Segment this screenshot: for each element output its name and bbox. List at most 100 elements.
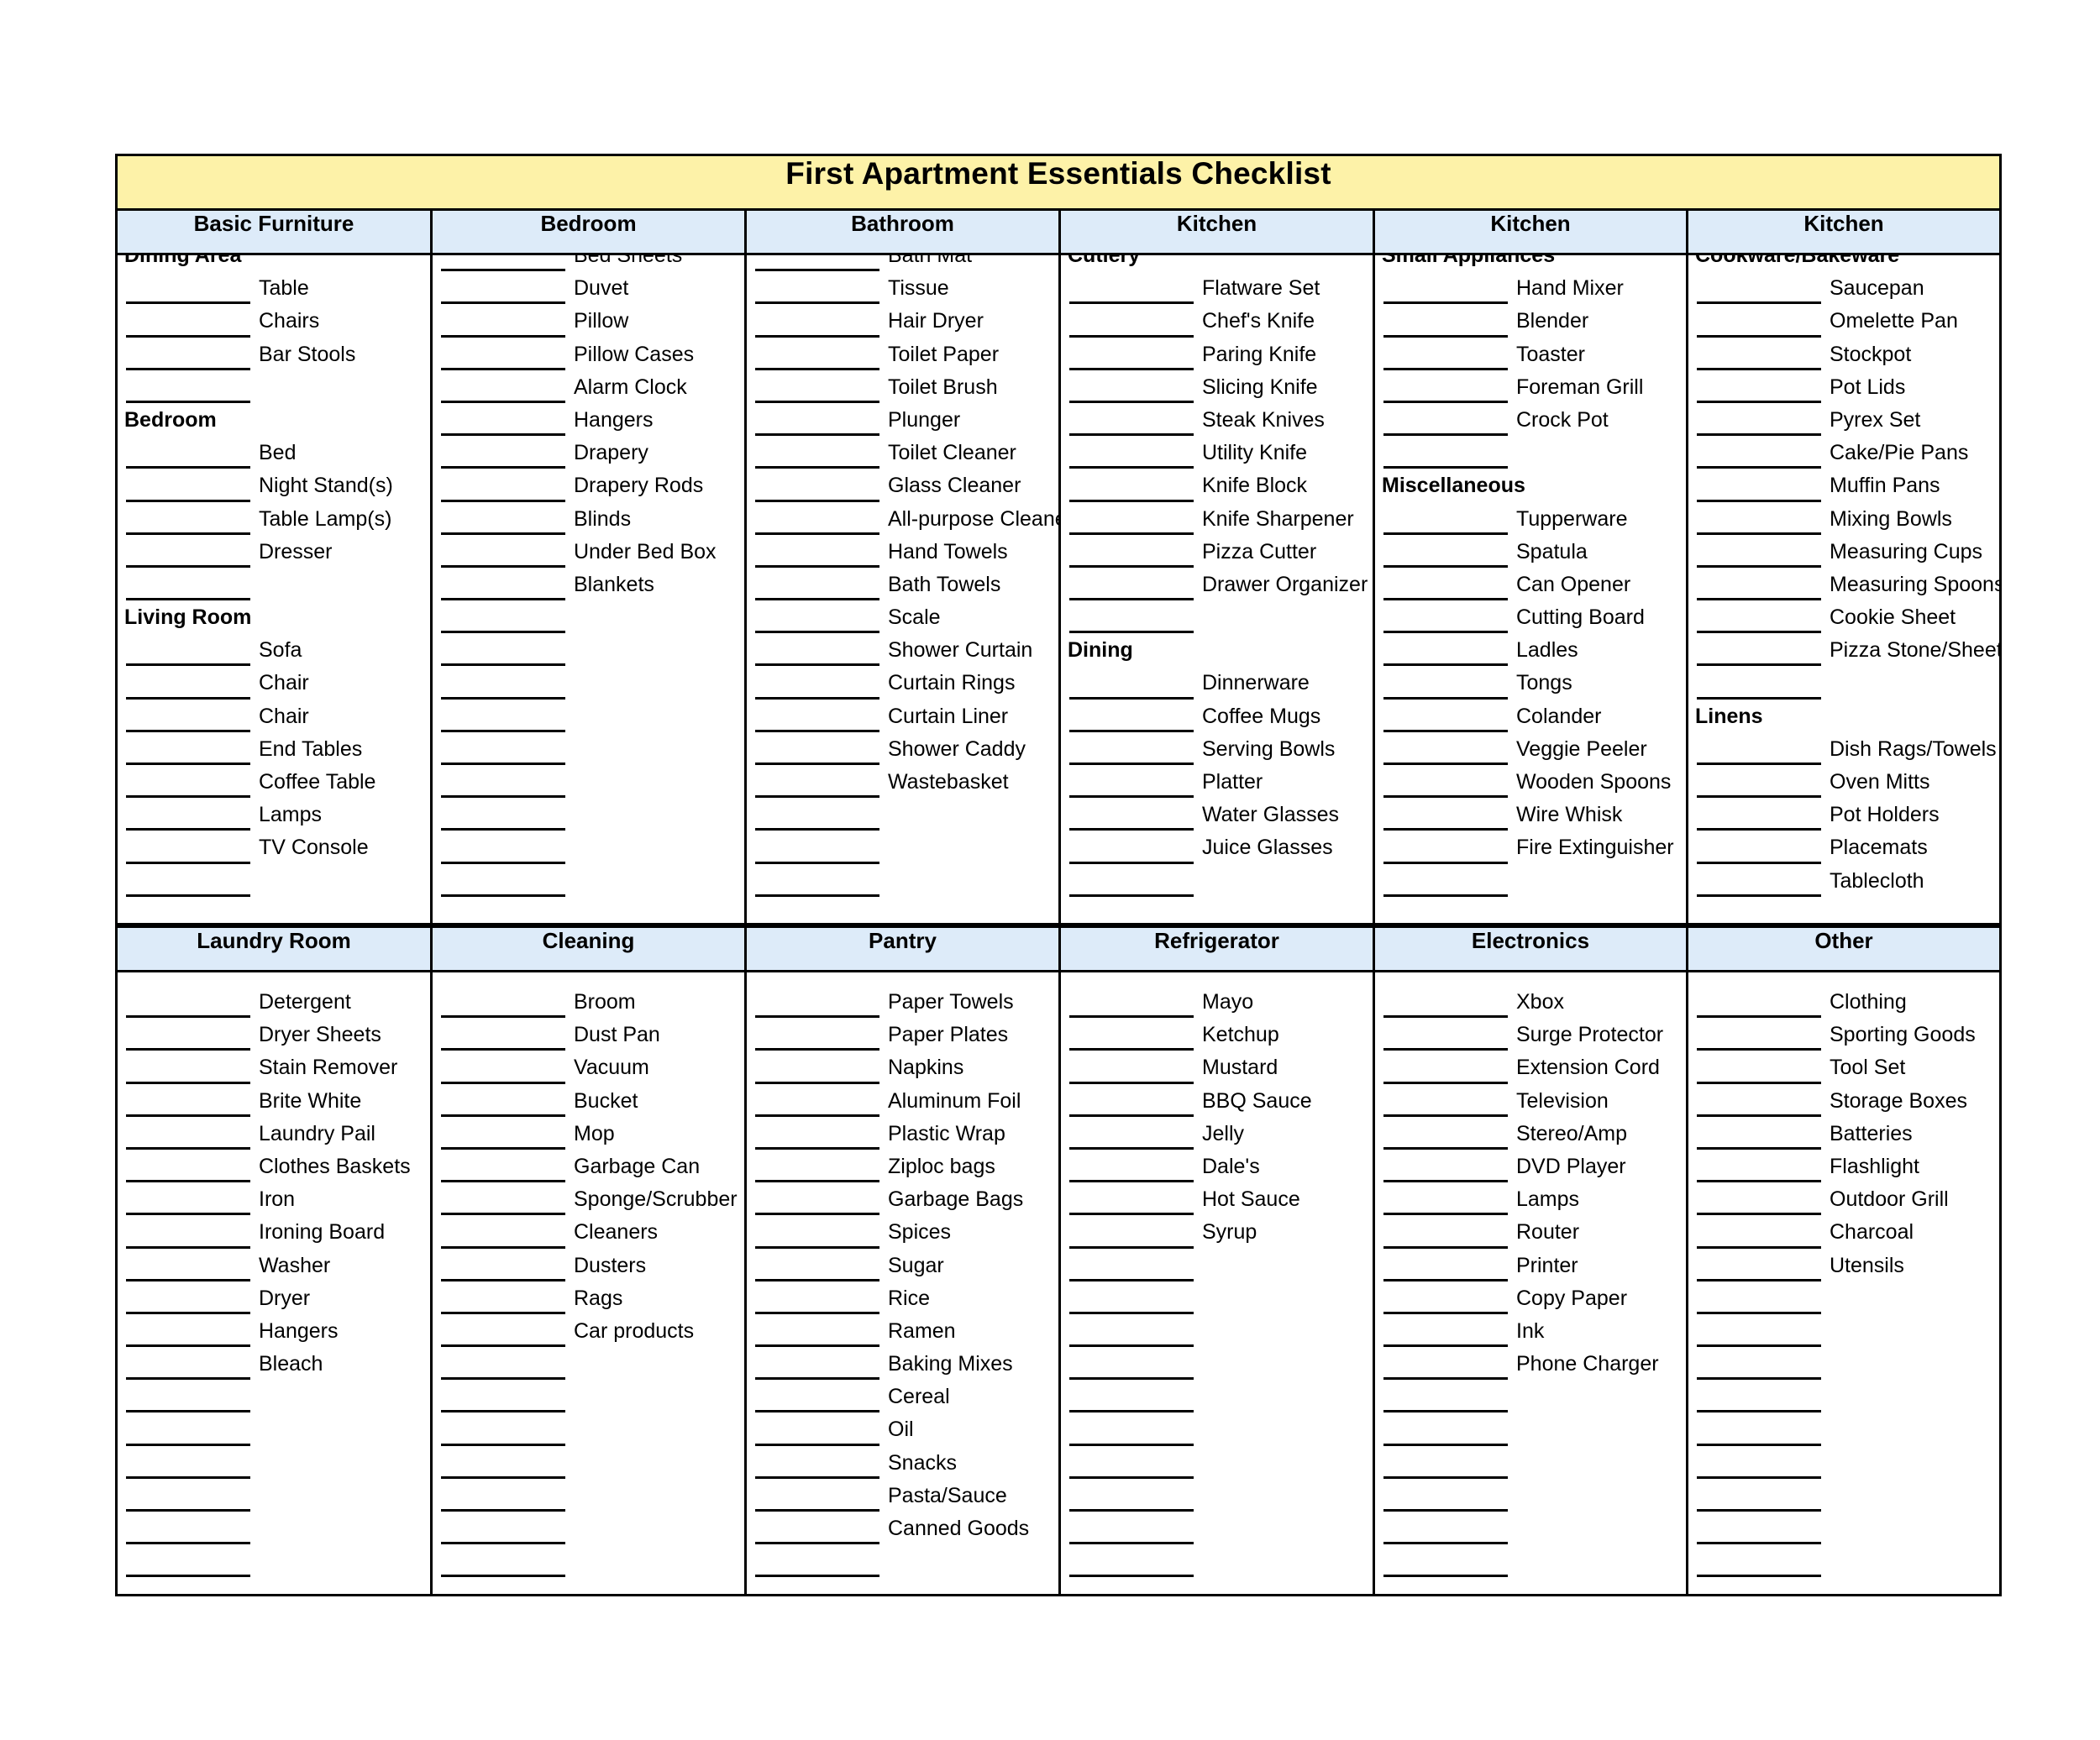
write-in-line[interactable] bbox=[1697, 663, 1821, 667]
checklist-item-surge-protector[interactable]: Surge Protector bbox=[1375, 1019, 1686, 1051]
write-in-line[interactable] bbox=[755, 1475, 879, 1479]
write-in-line[interactable] bbox=[1697, 499, 1821, 502]
checklist-item-jelly[interactable]: Jelly bbox=[1061, 1118, 1373, 1150]
write-in-line[interactable] bbox=[1069, 564, 1194, 568]
write-in-line[interactable] bbox=[441, 1344, 565, 1348]
checklist-item-toilet-brush[interactable]: Toilet Brush bbox=[747, 371, 1058, 404]
write-in-line[interactable] bbox=[1069, 334, 1194, 338]
write-in-line[interactable] bbox=[1069, 499, 1194, 502]
write-in-line[interactable] bbox=[1069, 1146, 1194, 1150]
blank-write-in-row[interactable] bbox=[1061, 898, 1373, 923]
blank-write-in-row[interactable] bbox=[1375, 898, 1686, 923]
write-in-line[interactable] bbox=[1069, 1311, 1194, 1314]
blank-write-in-row[interactable] bbox=[118, 1447, 430, 1480]
blank-write-in-row[interactable] bbox=[1061, 1348, 1373, 1381]
checklist-item-toaster[interactable]: Toaster bbox=[1375, 338, 1686, 371]
checklist-item-rice[interactable]: Rice bbox=[747, 1282, 1058, 1315]
checklist-item-dale-s[interactable]: Dale's bbox=[1061, 1150, 1373, 1183]
write-in-line[interactable] bbox=[1697, 1443, 1821, 1446]
write-in-line[interactable] bbox=[755, 696, 879, 700]
write-in-line[interactable] bbox=[1697, 828, 1821, 831]
checklist-item-sponge-scrubber[interactable]: Sponge/Scrubber bbox=[433, 1183, 744, 1216]
write-in-line[interactable] bbox=[441, 1509, 565, 1512]
write-in-line[interactable] bbox=[755, 400, 879, 403]
blank-write-in-row[interactable] bbox=[433, 898, 744, 923]
checklist-item-wastebasket[interactable]: Wastebasket bbox=[747, 766, 1058, 799]
write-in-line[interactable] bbox=[1383, 334, 1508, 338]
checklist-item-knife-sharpener[interactable]: Knife Sharpener bbox=[1061, 503, 1373, 536]
write-in-line[interactable] bbox=[441, 663, 565, 667]
write-in-line[interactable] bbox=[126, 1575, 250, 1578]
write-in-line[interactable] bbox=[1697, 795, 1821, 799]
checklist-item-night-stand-s[interactable]: Night Stand(s) bbox=[118, 469, 430, 502]
write-in-line[interactable] bbox=[441, 1410, 565, 1413]
checklist-item-flatware-set[interactable]: Flatware Set bbox=[1061, 272, 1373, 305]
write-in-line[interactable] bbox=[126, 466, 250, 469]
checklist-item-mayo[interactable]: Mayo bbox=[1061, 986, 1373, 1019]
blank-write-in-row[interactable] bbox=[433, 1381, 744, 1413]
write-in-line[interactable] bbox=[755, 1575, 879, 1578]
checklist-item-cutting-board[interactable]: Cutting Board bbox=[1375, 601, 1686, 634]
write-in-line[interactable] bbox=[1697, 400, 1821, 403]
checklist-item-chef-s-knife[interactable]: Chef's Knife bbox=[1061, 305, 1373, 338]
blank-write-in-row[interactable] bbox=[1375, 1480, 1686, 1512]
write-in-line[interactable] bbox=[126, 729, 250, 732]
blank-write-in-row[interactable] bbox=[433, 1545, 744, 1578]
checklist-item-lamps[interactable]: Lamps bbox=[1375, 1183, 1686, 1216]
checklist-item-bleach[interactable]: Bleach bbox=[118, 1348, 430, 1381]
write-in-line[interactable] bbox=[1383, 861, 1508, 864]
write-in-line[interactable] bbox=[1697, 1081, 1821, 1084]
checklist-item-end-tables[interactable]: End Tables bbox=[118, 733, 430, 766]
checklist-item-pizza-cutter[interactable]: Pizza Cutter bbox=[1061, 536, 1373, 569]
write-in-line[interactable] bbox=[1383, 301, 1508, 305]
checklist-item-laundry-pail[interactable]: Laundry Pail bbox=[118, 1118, 430, 1150]
write-in-line[interactable] bbox=[1069, 631, 1194, 634]
write-in-line[interactable] bbox=[126, 334, 250, 338]
checklist-item-sporting-goods[interactable]: Sporting Goods bbox=[1688, 1019, 1999, 1051]
write-in-line[interactable] bbox=[1069, 400, 1194, 403]
write-in-line[interactable] bbox=[441, 696, 565, 700]
write-in-line[interactable] bbox=[1069, 598, 1194, 601]
checklist-item-placemats[interactable]: Placemats bbox=[1688, 831, 1999, 864]
write-in-line[interactable] bbox=[1697, 1146, 1821, 1150]
blank-write-in-row[interactable] bbox=[747, 865, 1058, 898]
write-in-line[interactable] bbox=[126, 1377, 250, 1381]
blank-write-in-row[interactable] bbox=[433, 865, 744, 898]
write-in-line[interactable] bbox=[1383, 1443, 1508, 1446]
checklist-item-stereo-amp[interactable]: Stereo/Amp bbox=[1375, 1118, 1686, 1150]
write-in-line[interactable] bbox=[1383, 631, 1508, 634]
write-in-line[interactable] bbox=[1069, 1245, 1194, 1249]
write-in-line[interactable] bbox=[441, 532, 565, 535]
write-in-line[interactable] bbox=[126, 1509, 250, 1512]
write-in-line[interactable] bbox=[1069, 1180, 1194, 1183]
blank-write-in-row[interactable] bbox=[433, 799, 744, 831]
blank-write-in-row[interactable] bbox=[1688, 1413, 1999, 1446]
checklist-item-wire-whisk[interactable]: Wire Whisk bbox=[1375, 799, 1686, 831]
write-in-line[interactable] bbox=[1069, 795, 1194, 799]
write-in-line[interactable] bbox=[441, 1213, 565, 1216]
write-in-line[interactable] bbox=[1383, 466, 1508, 469]
write-in-line[interactable] bbox=[1383, 1048, 1508, 1051]
blank-write-in-row[interactable] bbox=[1061, 1315, 1373, 1348]
checklist-item-iron[interactable]: Iron bbox=[118, 1183, 430, 1216]
blank-write-in-row[interactable] bbox=[118, 865, 430, 898]
checklist-item-coffee-table[interactable]: Coffee Table bbox=[118, 766, 430, 799]
write-in-line[interactable] bbox=[1383, 433, 1508, 437]
write-in-line[interactable] bbox=[441, 1575, 565, 1578]
write-in-line[interactable] bbox=[1383, 1180, 1508, 1183]
checklist-item-hair-dryer[interactable]: Hair Dryer bbox=[747, 305, 1058, 338]
write-in-line[interactable] bbox=[755, 1377, 879, 1381]
blank-write-in-row[interactable] bbox=[1688, 898, 1999, 923]
blank-write-in-row[interactable] bbox=[1375, 437, 1686, 469]
checklist-item-stain-remover[interactable]: Stain Remover bbox=[118, 1051, 430, 1084]
write-in-line[interactable] bbox=[126, 499, 250, 502]
write-in-line[interactable] bbox=[1383, 1575, 1508, 1578]
blank-write-in-row[interactable] bbox=[1061, 865, 1373, 898]
write-in-line[interactable] bbox=[441, 334, 565, 338]
write-in-line[interactable] bbox=[126, 400, 250, 403]
write-in-line[interactable] bbox=[755, 301, 879, 305]
checklist-item-copy-paper[interactable]: Copy Paper bbox=[1375, 1282, 1686, 1315]
write-in-line[interactable] bbox=[126, 1081, 250, 1084]
checklist-item-television[interactable]: Television bbox=[1375, 1085, 1686, 1118]
checklist-item-wooden-spoons[interactable]: Wooden Spoons bbox=[1375, 766, 1686, 799]
